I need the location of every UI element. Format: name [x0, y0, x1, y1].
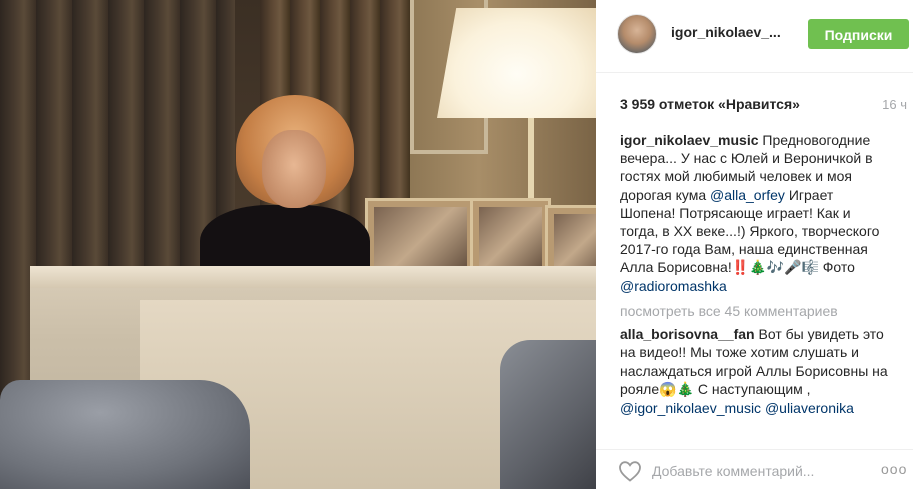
armchair-left — [0, 380, 250, 489]
add-comment-input[interactable] — [652, 461, 862, 481]
more-options-icon[interactable]: ooo — [881, 461, 907, 477]
pianist-face — [262, 130, 326, 208]
post-header: igor_nikolaev_... Подписки — [596, 0, 913, 73]
view-all-comments-link[interactable]: посмотреть все 45 комментариев — [620, 303, 838, 319]
heart-outline-icon[interactable] — [618, 460, 642, 482]
mention-link[interactable]: @radioromashka — [620, 278, 727, 294]
armchair-right — [500, 340, 596, 489]
lamp-pole — [528, 118, 534, 208]
author-username[interactable]: igor_nikolaev_... — [671, 24, 781, 40]
likes-count[interactable]: 3 959 отметок «Нравится» — [620, 96, 800, 112]
comment-bar: ooo — [596, 449, 913, 490]
mention-link[interactable]: @igor_nikolaev_music — [620, 400, 761, 416]
post-caption: igor_nikolaev_music Предновогодние вечер… — [620, 131, 890, 295]
post-photo[interactable] — [0, 0, 596, 489]
comment-username[interactable]: alla_borisovna__fan — [620, 326, 755, 342]
follow-button[interactable]: Подписки — [808, 19, 909, 49]
piano-lid — [30, 266, 596, 288]
comment: alla_borisovna__fan Вот бы увидеть это н… — [620, 325, 890, 417]
lamp-shade — [437, 8, 596, 118]
post-sidebar: igor_nikolaev_... Подписки 3 959 отметок… — [596, 0, 913, 489]
post-time[interactable]: 16 ч — [882, 97, 907, 112]
mention-link[interactable]: @alla_orfey — [710, 187, 785, 203]
caption-username[interactable]: igor_nikolaev_music — [620, 132, 759, 148]
mention-link[interactable]: @uliaveronika — [765, 400, 854, 416]
avatar[interactable] — [617, 14, 657, 54]
